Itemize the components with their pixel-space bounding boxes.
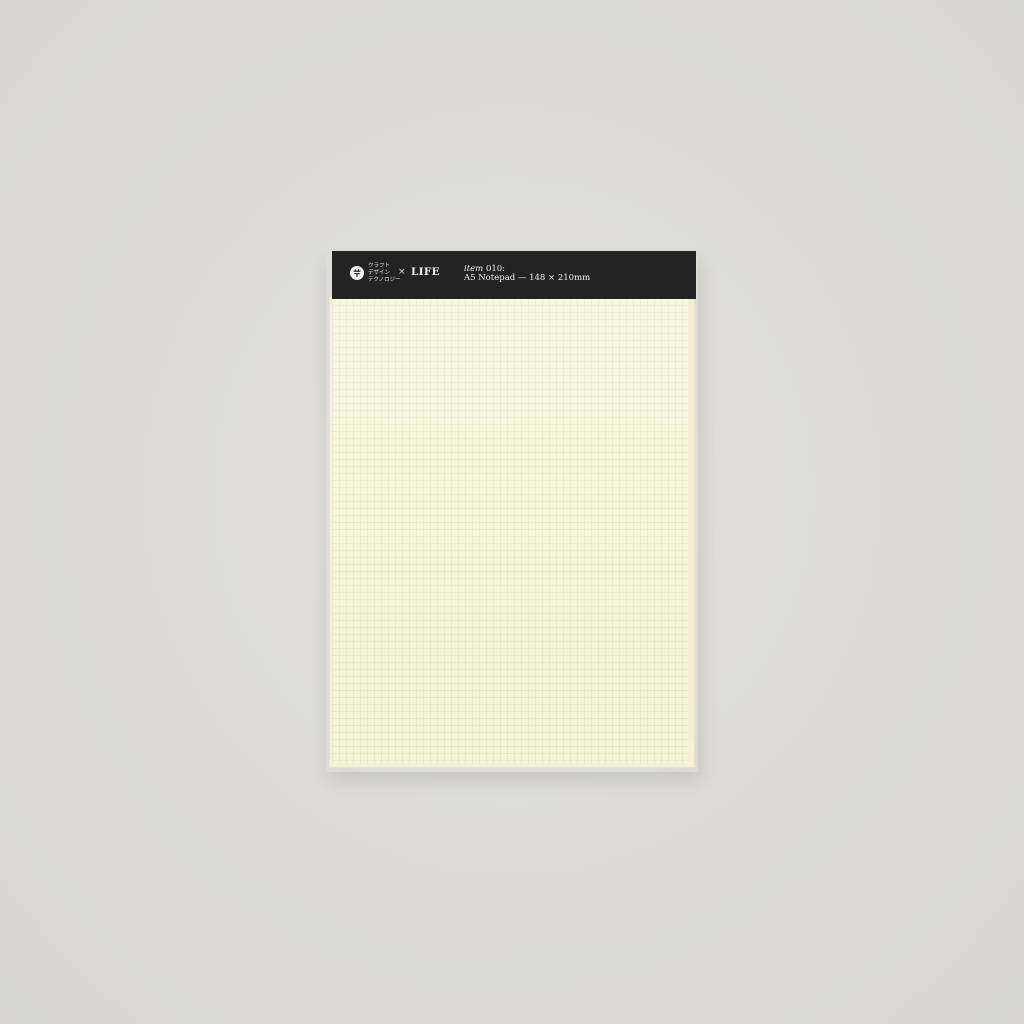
ct-circle-logo-icon — [350, 266, 364, 280]
pad-header-strip: クラフト デザイン テクノロジー × LIFE item 010: A5 Not… — [332, 251, 696, 299]
product-description: A5 Notepad — 148 × 210mm — [464, 273, 591, 283]
sheet-side-edge — [688, 299, 694, 739]
jp-line-technology: テクノロジー — [368, 277, 401, 283]
collab-times-symbol: × — [398, 267, 406, 277]
jp-line-design: デザイン — [368, 270, 391, 276]
jp-line-craft: クラフト — [368, 263, 391, 269]
notepad: クラフト デザイン テクノロジー × LIFE item 010: A5 Not… — [332, 251, 696, 764]
life-brand-wordmark: LIFE — [411, 266, 440, 278]
grid-paper-sheet — [332, 299, 688, 764]
brand-japanese-text: クラフト デザイン テクノロジー — [368, 263, 401, 284]
